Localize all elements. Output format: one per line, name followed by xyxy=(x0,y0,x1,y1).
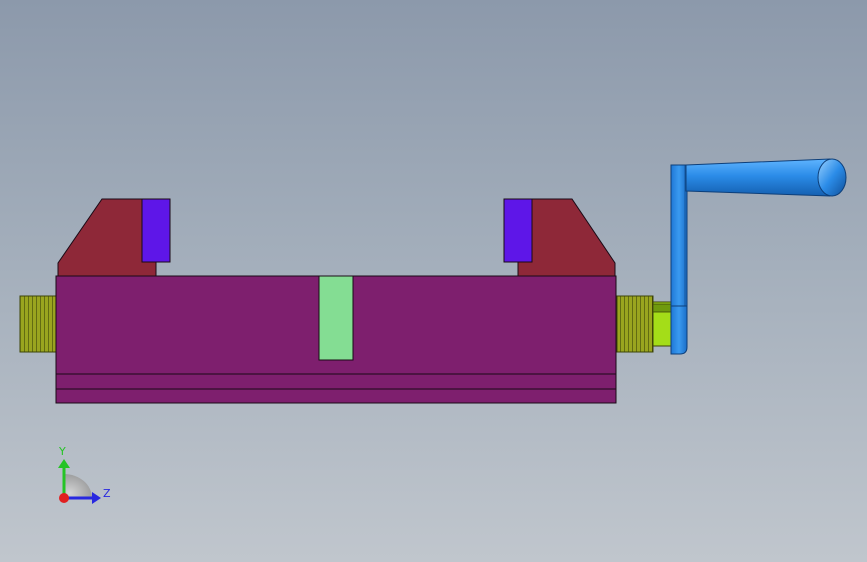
left-thread[interactable] xyxy=(19,295,57,353)
triad-y-label: Y xyxy=(58,445,66,458)
handle-knob-icon[interactable] xyxy=(817,158,847,197)
screw-collar[interactable] xyxy=(652,301,673,347)
triad-z-label: Z xyxy=(103,487,111,500)
graphics-viewport[interactable]: Y Z xyxy=(0,0,867,562)
center-slot[interactable] xyxy=(318,275,354,361)
x-axis-dot-icon xyxy=(59,493,69,503)
vise-model-view[interactable]: Y Z xyxy=(0,0,867,562)
crank-handle[interactable] xyxy=(670,158,847,355)
left-jaw[interactable] xyxy=(57,198,157,277)
orientation-triad[interactable]: Y Z xyxy=(58,445,111,504)
right-thread[interactable] xyxy=(616,295,654,353)
right-jaw-insert[interactable] xyxy=(503,198,533,263)
left-jaw-insert[interactable] xyxy=(141,198,171,263)
